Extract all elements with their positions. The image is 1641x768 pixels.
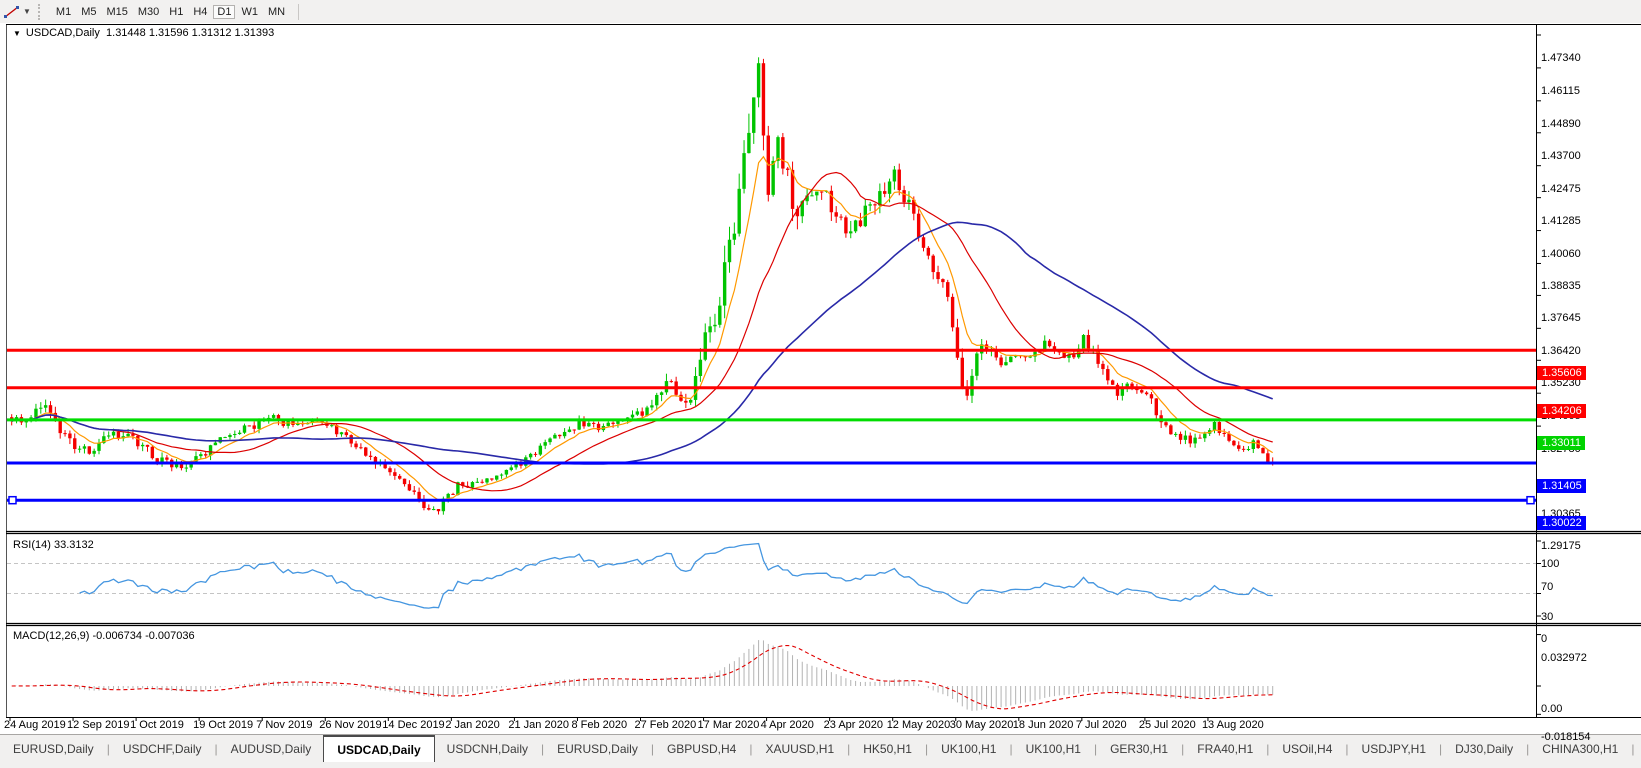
chart-tab-HK50-H1[interactable]: HK50,H1 (850, 735, 925, 763)
price-tick-1.41285: 1.41285 (1541, 215, 1581, 227)
chart-symbol-label: USDCAD,Daily (26, 27, 100, 39)
price-tick-1.44890: 1.44890 (1541, 118, 1581, 130)
date-tick-24-Aug-2019: 24 Aug 2019 (4, 719, 66, 731)
chart-tab-GER30-H1[interactable]: GER30,H1 (1097, 735, 1181, 763)
date-tick-12-Sep-2019: 12 Sep 2019 (67, 719, 129, 731)
date-tick-1-Oct-2019: 1 Oct 2019 (130, 719, 184, 731)
price-tick-1.47340: 1.47340 (1541, 52, 1581, 64)
chart-menu-caret-icon[interactable]: ▼ (13, 29, 21, 38)
rsi-tick-30: 30 (1541, 611, 1553, 623)
chart-tab-bar: EURUSD,Daily|USDCHF,Daily|AUDUSD,DailyUS… (0, 734, 1641, 763)
quote-low: 1.31312 (192, 27, 232, 39)
date-tick-13-Aug-2020: 13 Aug 2020 (1202, 719, 1264, 731)
toolbar-grip[interactable] (38, 4, 45, 20)
chart-title: ▼ USDCAD,Daily 1.31448 1.31596 1.31312 1.… (13, 27, 274, 39)
date-tick-25-Jul-2020: 25 Jul 2020 (1139, 719, 1196, 731)
price-badge-1.33011: 1.33011 (1537, 436, 1585, 450)
timeframe-button-H1[interactable]: H1 (165, 5, 187, 19)
date-tick-12-May-2020: 12 May 2020 (887, 719, 951, 731)
mt4-terminal: ▼ M1M5M15M30H1H4D1W1MN ▼ USDCAD,Daily 1.3… (0, 0, 1641, 768)
chart-tab-EURUSD-Daily[interactable]: EURUSD,Daily (0, 735, 107, 763)
date-tick-4-Apr-2020: 4 Apr 2020 (761, 719, 814, 731)
price-tick-1.40060: 1.40060 (1541, 248, 1581, 260)
date-tick-27-Feb-2020: 27 Feb 2020 (635, 719, 697, 731)
quote-high: 1.31596 (149, 27, 189, 39)
macd-values: -0.006734 -0.007036 (92, 630, 194, 642)
timeframe-button-M15[interactable]: M15 (102, 5, 131, 19)
macd-tick-0.00: 0.00 (1541, 703, 1562, 715)
chart-tab-EURUSD-Daily[interactable]: EURUSD,Daily (544, 735, 651, 763)
date-tick-19-Oct-2019: 19 Oct 2019 (193, 719, 253, 731)
chart-tab-USOil-H4[interactable]: USOil,H4 (1269, 735, 1345, 763)
rsi-tick-0: 0 (1541, 633, 1547, 645)
chart-tab-UK100-H1[interactable]: UK100,H1 (928, 735, 1009, 763)
chart-tab-USDCHF-Daily[interactable]: USDCHF,Daily (110, 735, 215, 763)
price-tick-1.37645: 1.37645 (1541, 312, 1581, 324)
trendline-tool-icon[interactable] (2, 3, 22, 21)
timeframe-button-D1[interactable]: D1 (213, 5, 235, 19)
date-tick-18-Jun-2020: 18 Jun 2020 (1013, 719, 1074, 731)
date-tick-21-Jan-2020: 21 Jan 2020 (508, 719, 569, 731)
hline-handle[interactable] (9, 497, 16, 504)
timeframe-toolbar: ▼ M1M5M15M30H1H4D1W1MN (0, 0, 1641, 24)
price-badge-1.31405: 1.31405 (1537, 479, 1586, 493)
price-tick-1.43700: 1.43700 (1541, 150, 1581, 162)
toolbar-separator (298, 4, 299, 20)
price-badge-1.35606: 1.35606 (1537, 366, 1586, 380)
rsi-tick-70: 70 (1541, 581, 1553, 593)
macd-indicator-label: MACD(12,26,9) -0.006734 -0.007036 (13, 630, 195, 642)
chart-tab-FRA40-H1[interactable]: FRA40,H1 (1184, 735, 1266, 763)
price-badge-1.30022: 1.30022 (1537, 516, 1586, 530)
price-tick-1.29175: 1.29175 (1541, 540, 1581, 552)
date-tick-14-Dec-2019: 14 Dec 2019 (382, 719, 444, 731)
date-tick-8-Feb-2020: 8 Feb 2020 (571, 719, 627, 731)
macd-tick--0.018154: -0.018154 (1541, 731, 1591, 743)
quote-close: 1.31393 (235, 27, 275, 39)
date-tick-30-May-2020: 30 May 2020 (950, 719, 1014, 731)
price-chart-canvas[interactable] (0, 23, 1641, 735)
price-tick-1.36420: 1.36420 (1541, 345, 1581, 357)
timeframe-button-MN[interactable]: MN (264, 5, 289, 19)
macd-tick-0.032972: 0.032972 (1541, 652, 1587, 664)
timeframe-button-H4[interactable]: H4 (189, 5, 211, 19)
chart-tab-DJ30-Daily[interactable]: DJ30,Daily (1442, 735, 1526, 763)
price-tick-1.38835: 1.38835 (1541, 280, 1581, 292)
date-tick-26-Nov-2019: 26 Nov 2019 (319, 719, 381, 731)
timeframe-button-M30[interactable]: M30 (134, 5, 163, 19)
chart-tab-USDCNH-Daily[interactable]: USDCNH,Daily (434, 735, 541, 763)
tool-dropdown-caret-icon[interactable]: ▼ (23, 7, 31, 16)
rsi-indicator-label: RSI(14) 33.3132 (13, 539, 94, 551)
timeframe-button-W1[interactable]: W1 (237, 5, 262, 19)
price-badge-1.34206: 1.34206 (1537, 404, 1586, 418)
date-tick-7-Nov-2019: 7 Nov 2019 (256, 719, 312, 731)
date-tick-17-Mar-2020: 17 Mar 2020 (698, 719, 760, 731)
chart-tab-USOil-H1[interactable]: USOil,H1 (1634, 735, 1641, 763)
hline-handle[interactable] (1527, 497, 1534, 504)
rsi-name: RSI(14) (13, 539, 51, 551)
macd-name: MACD(12,26,9) (13, 630, 89, 642)
chart-tab-UK100-H1[interactable]: UK100,H1 (1013, 735, 1094, 763)
rsi-tick-100: 100 (1541, 558, 1559, 570)
chart-tab-AUDUSD-Daily[interactable]: AUDUSD,Daily (218, 735, 325, 763)
timeframe-buttons: M1M5M15M30H1H4D1W1MN (51, 2, 290, 22)
date-tick-7-Jul-2020: 7 Jul 2020 (1076, 719, 1127, 731)
chart-tab-USDJPY-H1[interactable]: USDJPY,H1 (1349, 735, 1439, 763)
chart-tab-USDCAD-Daily[interactable]: USDCAD,Daily (323, 735, 434, 763)
chart-window[interactable]: ▼ USDCAD,Daily 1.31448 1.31596 1.31312 1.… (0, 23, 1641, 735)
date-tick-2-Jan-2020: 2 Jan 2020 (445, 719, 499, 731)
timeframe-button-M1[interactable]: M1 (52, 5, 75, 19)
window-bottom-strip (0, 762, 1641, 768)
rsi-value: 33.3132 (54, 539, 94, 551)
quote-open: 1.31448 (106, 27, 146, 39)
timeframe-button-M5[interactable]: M5 (77, 5, 100, 19)
price-tick-1.46115: 1.46115 (1541, 85, 1580, 97)
price-tick-1.42475: 1.42475 (1541, 183, 1581, 195)
date-tick-23-Apr-2020: 23 Apr 2020 (824, 719, 883, 731)
chart-tab-XAUUSD-H1[interactable]: XAUUSD,H1 (752, 735, 847, 763)
chart-tab-GBPUSD-H4[interactable]: GBPUSD,H4 (654, 735, 749, 763)
chart-tabs: EURUSD,Daily|USDCHF,Daily|AUDUSD,DailyUS… (0, 735, 1641, 763)
